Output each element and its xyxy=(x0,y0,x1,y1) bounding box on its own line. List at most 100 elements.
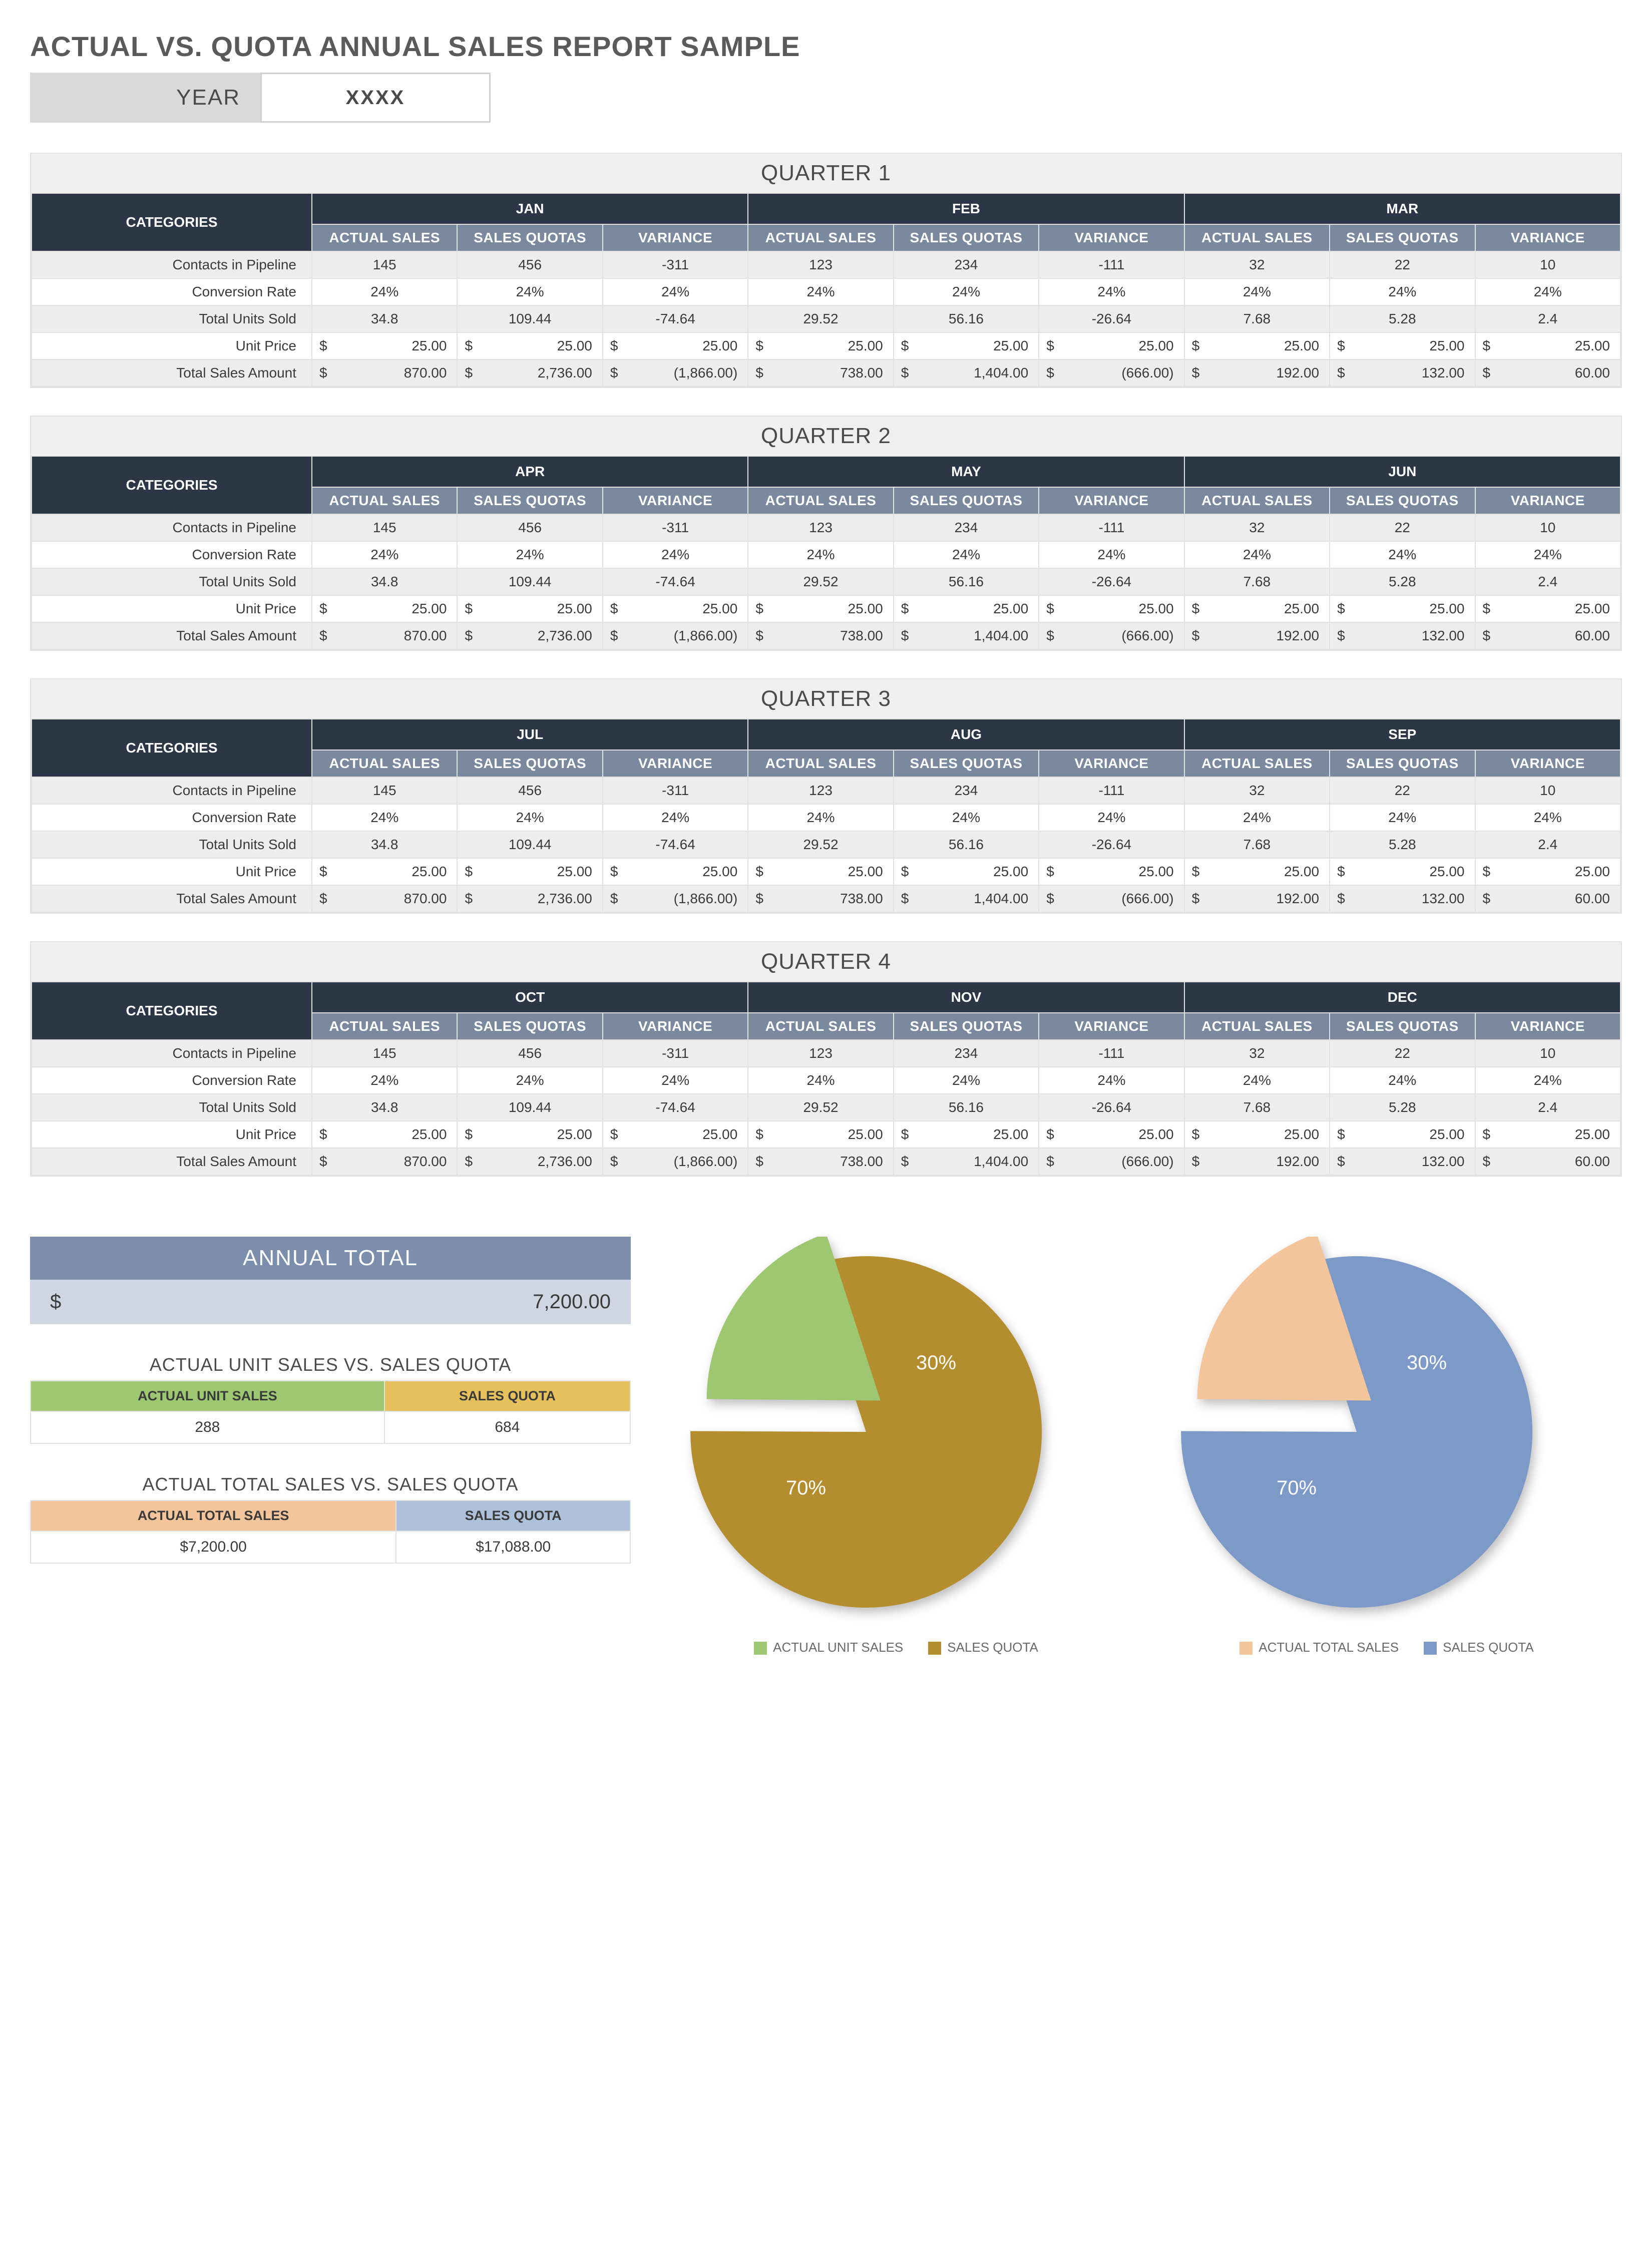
pie2-pct1: 30% xyxy=(1407,1352,1447,1374)
summary-totals-h2: SALES QUOTA xyxy=(396,1500,630,1531)
cell: 22 xyxy=(1330,777,1475,804)
sub-actual: ACTUAL SALES xyxy=(748,1013,893,1040)
cell: 24% xyxy=(1184,804,1330,831)
pie2-leg1: ACTUAL TOTAL SALES xyxy=(1259,1640,1399,1655)
cell: 24% xyxy=(1039,541,1184,568)
cell: -311 xyxy=(603,514,748,541)
cell: 234 xyxy=(894,1040,1039,1067)
cell: $25.00 xyxy=(748,858,893,885)
cell: 24% xyxy=(603,541,748,568)
cell: 123 xyxy=(748,514,893,541)
cell: $25.00 xyxy=(1039,858,1184,885)
cell: 123 xyxy=(748,1040,893,1067)
cell: 22 xyxy=(1330,1040,1475,1067)
cell: -311 xyxy=(603,251,748,278)
year-value[interactable]: XXXX xyxy=(260,73,491,123)
quarter-title: QUARTER 3 xyxy=(31,679,1621,718)
cell: 24% xyxy=(1475,541,1621,568)
cell: 56.16 xyxy=(894,1094,1039,1121)
row-label: Unit Price xyxy=(32,595,312,622)
cell: $192.00 xyxy=(1184,885,1330,912)
sub-actual: ACTUAL SALES xyxy=(1184,750,1330,777)
cell: 109.44 xyxy=(457,1094,602,1121)
cell: -26.64 xyxy=(1039,305,1184,332)
cell: 24% xyxy=(1330,804,1475,831)
cell: 29.52 xyxy=(748,1094,893,1121)
cell: 24% xyxy=(1475,1067,1621,1094)
cell: 10 xyxy=(1475,1040,1621,1067)
cell: $870.00 xyxy=(312,622,457,649)
cell: $738.00 xyxy=(748,359,893,387)
cell: 2.4 xyxy=(1475,831,1621,858)
pie2-legend: ACTUAL TOTAL SALES SALES QUOTA xyxy=(1161,1640,1612,1655)
quarter-title: QUARTER 2 xyxy=(31,417,1621,456)
pie1-pct1: 30% xyxy=(916,1352,956,1374)
cell: $25.00 xyxy=(1184,858,1330,885)
sub-quota: SALES QUOTAS xyxy=(457,487,602,514)
cell: $25.00 xyxy=(603,332,748,359)
cell: $60.00 xyxy=(1475,359,1621,387)
row-label: Total Units Sold xyxy=(32,305,312,332)
cell: $(1,866.00) xyxy=(603,359,748,387)
cell: 24% xyxy=(1039,1067,1184,1094)
cell: 2.4 xyxy=(1475,1094,1621,1121)
cell: 5.28 xyxy=(1330,568,1475,595)
row-label: Contacts in Pipeline xyxy=(32,1040,312,1067)
row-label: Conversion Rate xyxy=(32,1067,312,1094)
cell: $738.00 xyxy=(748,1148,893,1175)
pie2-leg2: SALES QUOTA xyxy=(1443,1640,1534,1655)
summary-units-v2: 684 xyxy=(384,1411,630,1443)
cell: 24% xyxy=(1184,541,1330,568)
row-label: Total Sales Amount xyxy=(32,885,312,912)
cell: $132.00 xyxy=(1330,885,1475,912)
cell: $25.00 xyxy=(1330,858,1475,885)
cell: -311 xyxy=(603,1040,748,1067)
categories-header: CATEGORIES xyxy=(32,982,312,1040)
cell: $25.00 xyxy=(748,1121,893,1148)
cell: $192.00 xyxy=(1184,622,1330,649)
cell: -26.64 xyxy=(1039,831,1184,858)
cell: 24% xyxy=(894,804,1039,831)
month-header: FEB xyxy=(748,193,1184,224)
cell: 24% xyxy=(894,541,1039,568)
cell: 24% xyxy=(457,804,602,831)
cell: 24% xyxy=(1184,1067,1330,1094)
cell: 234 xyxy=(894,251,1039,278)
cell: $1,404.00 xyxy=(894,885,1039,912)
cell: 29.52 xyxy=(748,568,893,595)
cell: 24% xyxy=(603,804,748,831)
sub-actual: ACTUAL SALES xyxy=(312,224,457,251)
cell: 24% xyxy=(894,1067,1039,1094)
cell: 24% xyxy=(457,278,602,305)
cell: 24% xyxy=(748,278,893,305)
sub-actual: ACTUAL SALES xyxy=(748,224,893,251)
row-label: Total Sales Amount xyxy=(32,622,312,649)
cell: 5.28 xyxy=(1330,1094,1475,1121)
cell: $25.00 xyxy=(894,332,1039,359)
sub-actual: ACTUAL SALES xyxy=(312,750,457,777)
cell: $132.00 xyxy=(1330,622,1475,649)
cell: $870.00 xyxy=(312,359,457,387)
cell: $25.00 xyxy=(457,1121,602,1148)
cell: 5.28 xyxy=(1330,831,1475,858)
cell: $25.00 xyxy=(894,858,1039,885)
sub-variance: VARIANCE xyxy=(603,1013,748,1040)
cell: 24% xyxy=(603,1067,748,1094)
sub-quota: SALES QUOTAS xyxy=(894,750,1039,777)
month-header: MAY xyxy=(748,456,1184,487)
summary-totals-v1: $7,200.00 xyxy=(31,1531,396,1563)
row-label: Total Units Sold xyxy=(32,568,312,595)
row-label: Total Sales Amount xyxy=(32,1148,312,1175)
row-label: Contacts in Pipeline xyxy=(32,777,312,804)
cell: 24% xyxy=(1330,278,1475,305)
categories-header: CATEGORIES xyxy=(32,456,312,514)
summary-totals-title: ACTUAL TOTAL SALES VS. SALES QUOTA xyxy=(30,1474,631,1495)
row-label: Unit Price xyxy=(32,858,312,885)
sub-quota: SALES QUOTAS xyxy=(894,1013,1039,1040)
row-label: Contacts in Pipeline xyxy=(32,251,312,278)
sub-variance: VARIANCE xyxy=(1039,750,1184,777)
sub-variance: VARIANCE xyxy=(1475,1013,1621,1040)
cell: $25.00 xyxy=(1475,595,1621,622)
annual-value: 7,200.00 xyxy=(533,1291,611,1313)
cell: 24% xyxy=(603,278,748,305)
